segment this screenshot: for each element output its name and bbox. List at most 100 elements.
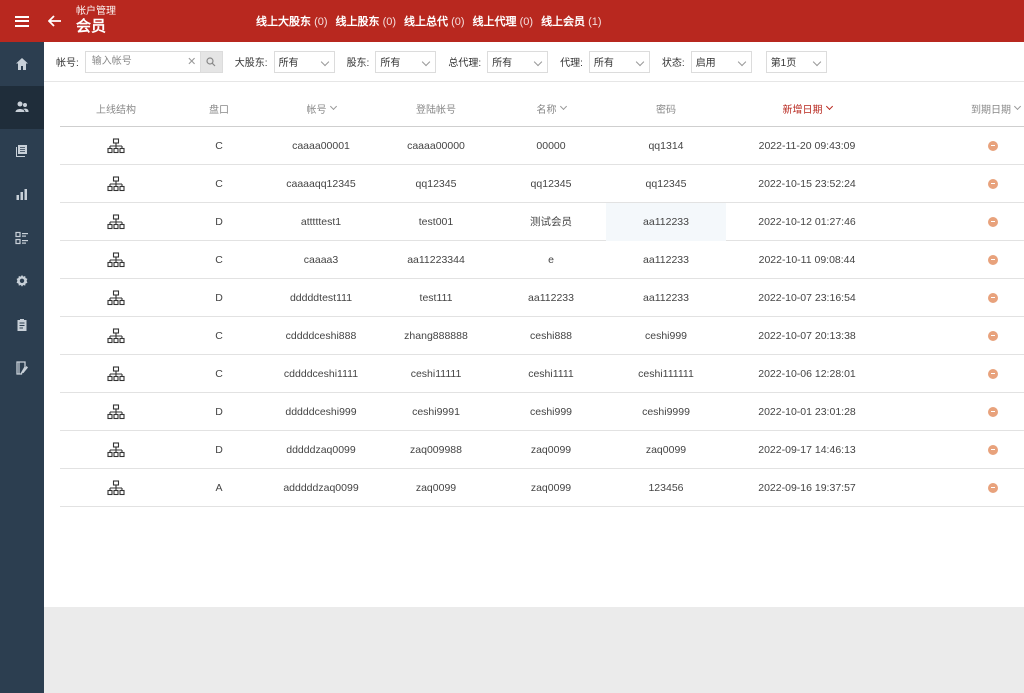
online-stat-label: 线上总代 xyxy=(404,16,449,28)
agent-select[interactable]: 所有 xyxy=(588,50,650,73)
login-cell: qq12345 xyxy=(415,177,457,190)
org-tree-icon[interactable] xyxy=(107,175,125,192)
account-cell: cddddceshi888 xyxy=(285,329,357,342)
shareholder-label: 股东: xyxy=(346,58,370,69)
login-cell: zhang888888 xyxy=(404,329,468,342)
chevron-down-icon xyxy=(320,57,329,66)
online-stat[interactable]: 线上股东 (0) xyxy=(336,13,397,29)
page-title: 会员 xyxy=(76,18,107,35)
expiry-cell xyxy=(888,203,1024,241)
name-cell: 测试会员 xyxy=(530,216,572,228)
table-row[interactable]: Ddddddceshi999 ceshi9991 ceshi999 ceshi9999… xyxy=(60,393,1024,431)
sidebar-item-list[interactable] xyxy=(0,216,44,260)
status-dot-icon[interactable] xyxy=(988,482,998,493)
sidebar-item-settings[interactable] xyxy=(0,260,44,304)
online-stat[interactable]: 线上代理 (0) xyxy=(473,13,534,29)
status-dot-icon[interactable] xyxy=(988,330,998,341)
back-button[interactable] xyxy=(44,0,66,42)
status-value: 启用 xyxy=(695,58,716,69)
table-row[interactable]: Ccaaaa00001 caaaa00000 00000 qq1314 2022-11-… xyxy=(60,127,1024,165)
table-row[interactable]: Ccaaaaqq12345 qq12345 qq12345 qq12345 2022-1… xyxy=(60,165,1024,203)
online-stat[interactable]: 线上会员 (1) xyxy=(541,13,602,29)
header-expiry[interactable]: 到期日期 xyxy=(888,101,1024,116)
sidebar-item-reports[interactable] xyxy=(0,173,44,217)
major-shareholder-label: 大股东: xyxy=(234,58,268,69)
major-shareholder-select[interactable]: 所有 xyxy=(273,50,335,73)
sidebar-item-home[interactable] xyxy=(0,42,44,86)
header-upline: 上线结构 xyxy=(96,104,136,116)
top-header: 帐户管理 会员 线上大股东 (0) 线上股东 (0) 线上总代 (0) 线上代理 (0… xyxy=(0,0,1024,42)
search-button[interactable] xyxy=(199,51,222,72)
account-search: ✕ xyxy=(84,50,223,73)
upline-cell xyxy=(60,165,172,203)
sidebar-item-clipboard[interactable] xyxy=(0,303,44,347)
org-tree-icon[interactable] xyxy=(107,327,125,344)
page-title-block: 帐户管理 会员 xyxy=(76,6,256,36)
password-cell: ceshi999 xyxy=(644,329,688,342)
table-row[interactable]: Ccddddceshi1111 ceshi11111 ceshi1111 ceshi1… xyxy=(60,355,1024,393)
online-stat[interactable]: 线上总代 (0) xyxy=(404,13,465,29)
password-cell: aa112233 xyxy=(606,202,726,241)
table-row[interactable]: Ccaaaa3 aa11223344 e aa112233 2022-10-11 09:… xyxy=(60,241,1024,279)
created-cell: 2022-10-11 09:08:44 xyxy=(758,253,856,266)
filter-bar: 帐号: ✕ 大股东: 所有 股东: 所有 总代理: 所有 代理: 所有 状 xyxy=(44,42,1024,82)
table-row[interactable]: Aadddddzaq0099 zaq0099 zaq0099 123456 2022-0… xyxy=(60,469,1024,507)
org-tree-icon[interactable] xyxy=(107,479,125,496)
account-search-input[interactable] xyxy=(85,51,184,72)
table-row[interactable]: Ddddddtest111 test111 aa112233 aa112233 2022… xyxy=(60,279,1024,317)
org-tree-icon[interactable] xyxy=(107,441,125,458)
page-select[interactable]: 第1页 xyxy=(765,50,827,73)
login-cell: ceshi9991 xyxy=(412,405,460,418)
header-name[interactable]: 名称 xyxy=(496,101,606,116)
created-cell: 2022-10-12 01:27:46 xyxy=(758,215,856,228)
status-select[interactable]: 启用 xyxy=(690,50,752,73)
header-account[interactable]: 帐号 xyxy=(266,101,376,116)
shareholder-select[interactable]: 所有 xyxy=(375,50,437,73)
main-content: 帐号: ✕ 大股东: 所有 股东: 所有 总代理: 所有 代理: 所有 状 xyxy=(44,42,1024,607)
status-dot-icon[interactable] xyxy=(988,292,998,303)
clear-icon[interactable]: ✕ xyxy=(184,55,200,68)
status-dot-icon[interactable] xyxy=(988,216,998,227)
login-cell: caaaa00000 xyxy=(407,139,465,152)
status-dot-icon[interactable] xyxy=(988,406,998,417)
account-cell: caaaa00001 xyxy=(292,139,350,152)
status-dot-icon[interactable] xyxy=(988,140,998,151)
status-dot-icon[interactable] xyxy=(988,368,998,379)
menu-toggle-button[interactable] xyxy=(0,0,44,42)
market-cell: C xyxy=(215,253,223,266)
org-tree-icon[interactable] xyxy=(107,403,125,420)
status-dot-icon[interactable] xyxy=(988,178,998,189)
status-dot-icon[interactable] xyxy=(988,254,998,265)
chevron-down-icon xyxy=(533,57,543,66)
general-agent-value: 所有 xyxy=(492,58,513,69)
org-tree-icon[interactable] xyxy=(107,137,125,154)
org-tree-icon[interactable] xyxy=(107,213,125,230)
sidebar-item-records[interactable] xyxy=(0,347,44,391)
table-row[interactable]: Ccddddceshi888 zhang888888 ceshi888 ceshi99… xyxy=(60,317,1024,355)
created-cell: 2022-10-06 12:28:01 xyxy=(758,367,856,380)
account-cell: dddddzaq0099 xyxy=(286,443,356,456)
general-agent-label: 总代理: xyxy=(448,58,482,69)
online-stat-count: (1) xyxy=(588,16,602,28)
sidebar-item-members[interactable] xyxy=(0,85,44,129)
general-agent-select[interactable]: 所有 xyxy=(487,50,549,73)
online-stat[interactable]: 线上大股东 (0) xyxy=(256,13,328,29)
status-dot-icon[interactable] xyxy=(988,444,998,455)
market-cell: A xyxy=(215,481,223,494)
account-filter-label: 帐号: xyxy=(56,58,79,69)
chevron-down-icon xyxy=(422,57,431,66)
online-stat-label: 线上大股东 xyxy=(256,16,311,28)
name-cell: zaq0099 xyxy=(530,443,572,456)
list-icon xyxy=(15,231,28,244)
org-tree-icon[interactable] xyxy=(107,289,125,306)
org-tree-icon[interactable] xyxy=(107,251,125,268)
table-row[interactable]: Datttttest1 test001 测试会员 aa112233 2022-10-12… xyxy=(60,202,1024,241)
header-created[interactable]: 新增日期 xyxy=(726,101,888,116)
online-stat-count: (0) xyxy=(519,16,534,28)
sidebar-item-documents[interactable] xyxy=(0,129,44,173)
org-tree-icon[interactable] xyxy=(107,365,125,382)
chevron-down-icon xyxy=(329,102,337,111)
password-cell: qq12345 xyxy=(645,177,687,190)
table-row[interactable]: Ddddddzaq0099 zaq009988 zaq0099 zaq0099 2022… xyxy=(60,431,1024,469)
upline-cell xyxy=(60,203,172,241)
